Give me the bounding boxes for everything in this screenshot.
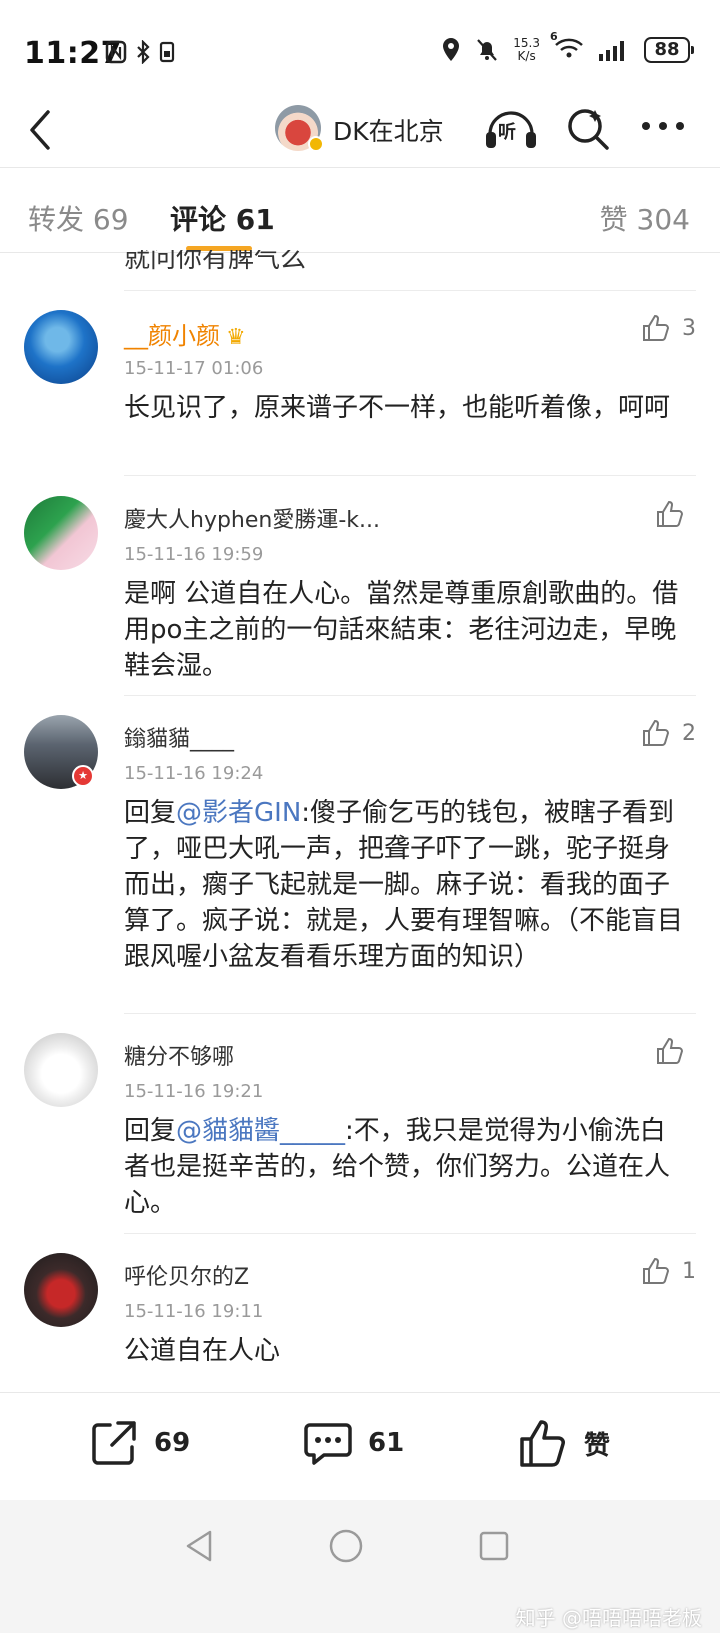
verified-badge-icon [308,136,324,152]
comment-button[interactable]: 61 [302,1417,404,1469]
nav-back-icon[interactable] [182,1528,218,1564]
commenter-name[interactable]: 呼伦贝尔的Z [124,1259,249,1291]
vip-crown-icon: ♛ [226,325,246,350]
commenter-avatar[interactable] [24,1033,98,1107]
signal-icon [599,41,624,61]
commenter-avatar[interactable] [24,496,98,570]
nfc-icon [105,40,127,64]
top-nav-bar: DK在北京 听 [0,100,720,170]
comment-bubble-icon [304,1423,352,1465]
listen-label: 听 [498,122,516,143]
commenter-name[interactable]: __颜小颜 ♛ [124,316,246,351]
search-icon[interactable] [565,106,611,152]
repost-button[interactable]: 69 [88,1417,190,1469]
thumbs-up-icon [657,500,684,527]
net-speed: 15.3 K/s [513,36,540,63]
comment-time: 15-11-16 19:59 [124,544,264,565]
mute-bell-icon [477,39,498,61]
commenter-avatar[interactable] [24,1253,98,1327]
like-button[interactable]: 3 [640,312,696,344]
thumbs-up-icon [643,719,670,746]
bottom-action-bar: 69 61 赞 [0,1392,720,1500]
like-post-button[interactable]: 赞 [518,1417,610,1469]
comment-text: 是啊 公道自在人心。當然是尊重原創歌曲的。借用po主之前的一句話來結束：老往河边… [124,579,679,681]
mention-link[interactable]: @貓貓醬_____ [176,1116,345,1146]
status-bar: 11:27 15.3 K/s 6 88 [0,0,720,100]
like-count: 2 [682,720,696,746]
thumbs-up-icon [657,1037,684,1064]
battery-indicator: 88 [644,37,694,63]
share-icon [92,1421,136,1465]
commenter-name[interactable]: 鎓貓貓____ [124,721,234,753]
tab-comments[interactable]: 评论 61 [170,198,275,238]
tab-repost[interactable]: 转发 69 [28,198,129,238]
like-label: 赞 [584,1430,611,1461]
wifi-icon [555,38,583,58]
commenter-avatar[interactable] [24,310,98,384]
author-name[interactable]: DK在北京 [333,112,444,148]
nav-recents-icon[interactable] [476,1528,512,1564]
comment-text: 长见识了，原来谱子不一样，也能听着像，呵呵 [124,393,671,423]
comment-time: 15-11-16 19:21 [124,1081,264,1102]
comment-time: 15-11-17 01:06 [124,358,264,379]
location-icon [443,38,460,61]
comment-separator [124,1013,696,1014]
tab-likes[interactable]: 赞 304 [600,198,690,238]
comment-count: 61 [368,1428,405,1458]
thumbs-up-icon [643,314,670,341]
comment-separator [124,1233,696,1234]
repost-count: 69 [154,1428,191,1458]
watermark: 知乎 @唔唔唔唔老板 [515,1606,702,1630]
comment-separator [124,290,696,291]
sim-icon [159,41,175,63]
commenter-name[interactable]: 糖分不够哪 [124,1039,234,1071]
nav-home-icon[interactable] [328,1528,364,1564]
comment-text: 回复@影者GIN:傻子偷乞丐的钱包，被瞎子看到了，哑巴大吼一声，把聋子吓了一跳，… [124,798,684,972]
like-button[interactable]: 2 [640,717,696,749]
more-icon[interactable] [640,115,686,137]
like-button[interactable] [654,498,696,530]
reply-prefix: 回复 [124,1116,177,1146]
like-count: 1 [682,1258,696,1284]
back-arrow-icon[interactable] [22,104,62,156]
partial-comment-text: 就问你有脾气么 [124,250,307,274]
member-badge-icon: ★ [72,765,94,787]
reply-prefix: 回复 [124,798,177,828]
like-button[interactable]: 1 [640,1255,696,1287]
divider [0,167,720,168]
comment-time: 15-11-16 19:24 [124,763,264,784]
comment-separator [124,695,696,696]
thumbs-up-icon [643,1257,670,1284]
like-count: 3 [682,315,696,341]
like-button[interactable] [654,1035,696,1067]
comment-text: 回复@貓貓醬_____:不，我只是觉得为小偷洗白者也是挺辛苦的，给个赞，你们努力… [124,1116,671,1218]
bluetooth-icon [137,40,150,64]
mention-link[interactable]: @影者GIN [176,798,301,828]
comment-text: 公道自在人心 [124,1336,281,1366]
network-type: 6 [550,30,558,43]
comment-time: 15-11-16 19:11 [124,1301,264,1322]
thumbs-up-icon [520,1420,565,1467]
commenter-name[interactable]: 慶大人hyphen愛勝運-k... [124,502,380,534]
comment-separator [124,475,696,476]
